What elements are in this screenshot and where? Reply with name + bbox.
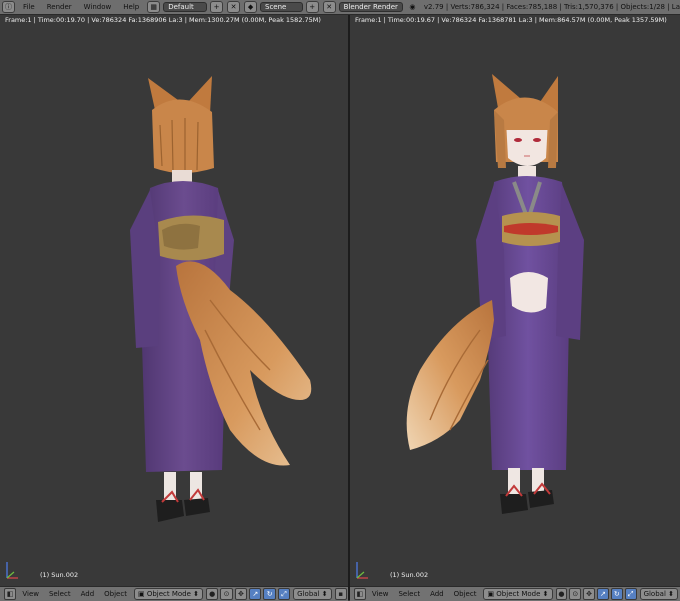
menu-object[interactable]: Object [99,590,132,598]
plus-icon: + [213,3,220,11]
sphere-icon: ● [209,590,216,598]
editor-type-button[interactable]: ◧ [4,588,17,600]
translate-toggle[interactable]: ↗ [249,588,262,600]
translate-toggle[interactable]: ↗ [597,588,609,600]
mode-select[interactable]: ▣ Object Mode ⬍ [483,588,553,600]
layer-button[interactable]: ▪ [334,588,347,600]
orientation-select[interactable]: Global ⬍ [639,588,678,600]
info-icon: ⓘ [5,3,12,11]
pivot-icon: ⊙ [572,590,579,598]
viewport-right[interactable]: Frame:1 | Time:00:19.67 | Ve:786324 Fa:1… [350,15,680,586]
character-model-front [406,74,584,514]
mode-label: Object Mode [496,590,541,598]
menu-view[interactable]: View [17,590,44,598]
rotate-toggle[interactable]: ↻ [263,588,276,600]
sphere-icon: ● [558,590,565,598]
menu-window[interactable]: Window [78,3,118,11]
active-object-label: (1) Sun.002 [40,571,79,579]
active-object-label: (1) Sun.002 [390,571,429,579]
close-icon: ✕ [326,3,333,11]
scene-icon-button[interactable]: ◆ [244,1,258,13]
orientation-select[interactable]: Global ⬍ [293,588,332,600]
scale-icon: ⤢ [281,589,287,598]
arrow-icon: ↗ [600,590,606,598]
blender-logo-icon: ◉ [405,1,419,13]
scene-stats: v2.79 | Verts:786,324 | Faces:785,188 | … [423,3,680,11]
arrow-icon: ↗ [252,590,259,598]
menu-file[interactable]: File [17,3,41,11]
shading-button[interactable]: ● [555,588,568,600]
screen-layout-field[interactable]: Default [163,2,208,12]
viewport-left[interactable]: Frame:1 | Time:00:19.70 | Ve:786324 Fa:1… [0,15,348,586]
mode-label: Object Mode [146,590,191,598]
info-header: ⓘ File Render Window Help ▦ Default + ✕ … [0,0,680,15]
object-mode-icon: ▣ [487,590,497,598]
scale-toggle[interactable]: ⤢ [277,588,291,600]
rotate-icon: ↻ [613,590,620,598]
mode-select[interactable]: ▣ Object Mode ⬍ [133,588,204,600]
manipulator-toggle[interactable]: ✥ [234,588,248,600]
scale-icon: ⤢ [627,589,634,598]
layer-icon: ▪ [338,590,344,598]
view3d-header-right: ◧ View Select Add Object ▣ Object Mode ⬍… [350,586,680,601]
add-screen-button[interactable]: + [210,1,224,13]
pivot-button[interactable]: ⊙ [220,588,233,600]
editor-type-button[interactable]: ◧ [354,588,366,600]
menu-view[interactable]: View [367,590,394,598]
character-model-back [130,76,312,522]
render-engine-select[interactable]: Blender Render [338,2,403,12]
axis-gizmo [356,562,368,579]
shading-button[interactable]: ● [206,588,219,600]
menu-select[interactable]: Select [393,590,425,598]
pivot-button[interactable]: ⊙ [569,588,582,600]
editor-type-button[interactable]: ⓘ [2,1,15,13]
object-mode-icon: ▣ [137,590,147,598]
menu-select[interactable]: Select [44,590,76,598]
view3d-header-left: ◧ View Select Add Object ▣ Object Mode ⬍… [0,586,348,601]
menu-object[interactable]: Object [449,590,482,598]
close-icon: ✕ [230,3,237,11]
scene-field[interactable]: Scene [260,2,303,12]
menu-render[interactable]: Render [41,3,78,11]
cube-icon: ◧ [6,590,14,598]
screen-layout-icon-button[interactable]: ▦ [147,1,161,13]
rotate-icon: ↻ [266,590,273,598]
orientation-label: Global [643,590,666,598]
cube-icon: ◧ [356,590,364,598]
scale-toggle[interactable]: ⤢ [624,588,637,600]
plus-icon: + [309,3,316,11]
menu-help[interactable]: Help [117,3,145,11]
render-info-text: Frame:1 | Time:00:19.67 | Ve:786324 Fa:1… [355,16,667,24]
menu-add[interactable]: Add [76,590,100,598]
manipulator-icon: ✥ [237,590,244,598]
delete-scene-button[interactable]: ✕ [322,1,336,13]
scene-icon: ◆ [247,3,254,11]
add-scene-button[interactable]: + [305,1,319,13]
axis-gizmo [6,562,18,579]
orientation-label: Global [297,590,320,598]
manipulator-icon: ✥ [586,590,593,598]
layout-icon: ▦ [150,3,158,11]
menu-add[interactable]: Add [425,590,449,598]
pivot-icon: ⊙ [223,590,230,598]
rotate-toggle[interactable]: ↻ [610,588,623,600]
manipulator-toggle[interactable]: ✥ [583,588,596,600]
delete-screen-button[interactable]: ✕ [227,1,241,13]
render-info-text: Frame:1 | Time:00:19.70 | Ve:786324 Fa:1… [5,16,321,24]
